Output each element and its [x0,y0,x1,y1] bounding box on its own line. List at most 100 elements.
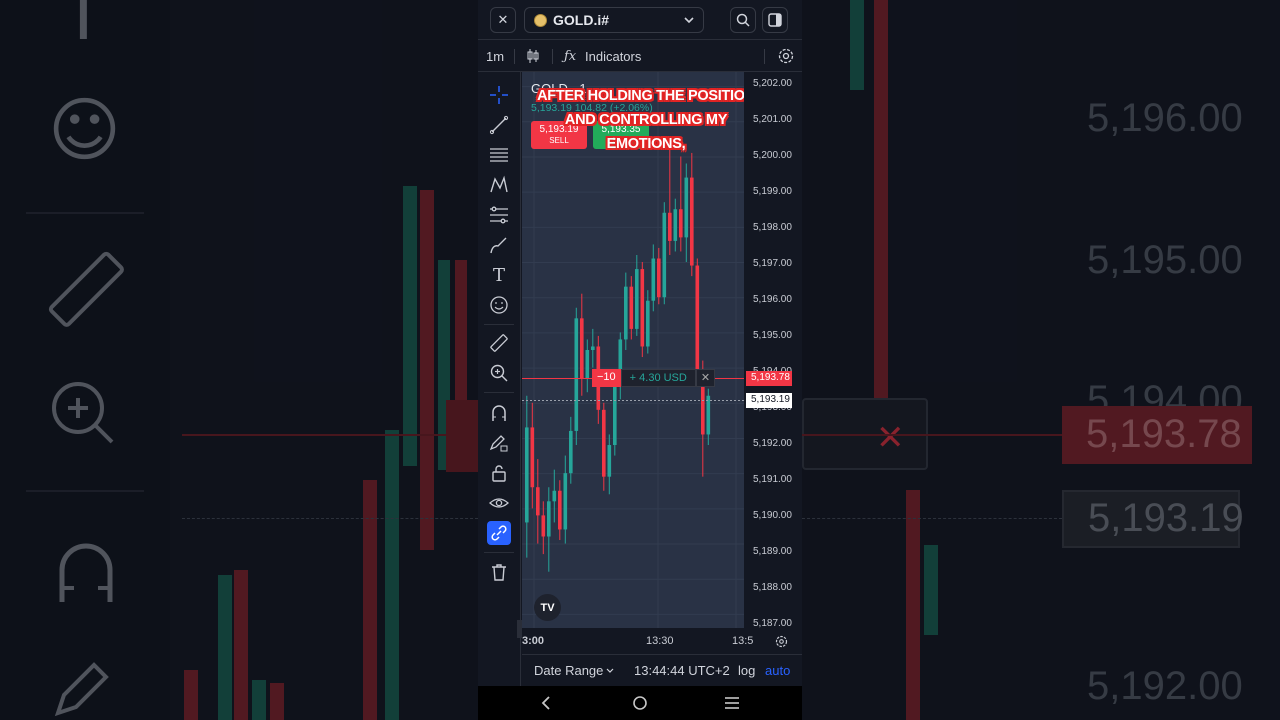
close-button[interactable]: ✕ [490,7,516,33]
candle [651,244,656,312]
time-label: 13:30 [646,635,674,647]
candle-body [602,409,606,477]
candle-body [563,473,568,530]
zoom-tool[interactable] [487,361,511,385]
candle [591,328,595,368]
brush-tool[interactable] [487,233,511,257]
video-caption: AFTER HOLDING THE POSITION AND CONTROLLI… [522,84,770,156]
candle [607,434,612,495]
candle [684,163,689,263]
symbol-selector[interactable]: GOLD.i# [524,7,704,33]
ruler-tool[interactable] [487,331,511,355]
sync-drawings-tool[interactable] [487,521,511,545]
fib-tool[interactable] [487,143,511,167]
candle [585,339,590,393]
emoji-icon [490,296,508,314]
time-label: 13:5 [732,635,754,647]
background-dim-overlay [802,0,1280,720]
candle-body [530,427,535,488]
top-bar: ✕ GOLD.i# [478,0,802,40]
pattern-icon [490,175,508,193]
recents-icon[interactable] [724,696,740,710]
log-scale-button[interactable]: log [738,663,755,678]
toolbar-separator [552,49,553,64]
candle-body [541,515,546,537]
toolbar-separator [514,49,515,64]
candle-body [547,501,551,537]
back-icon[interactable] [540,696,552,710]
screen: T ☺ ✕ 5,196.00 5,195.00 5,194.00 5,193.7… [0,0,1280,720]
toolbar-separator [764,49,765,64]
home-icon[interactable] [632,695,648,711]
candle-body [706,395,711,435]
chart-toolbar: 1m ƒx Indicators [478,41,802,72]
close-icon: ✕ [497,12,509,28]
price-axis[interactable]: 5,202.00 5,201.00 5,200.00 5,199.00 5,198.00… [744,72,802,629]
candle [552,469,557,523]
price-axis-label: 5,201.00 [753,114,792,125]
candle [558,480,562,541]
price-axis-label: 5,198.00 [753,222,792,233]
android-nav-bar [478,686,802,720]
candle [673,198,678,252]
pattern-tool[interactable] [487,173,511,197]
price-axis-label: 5,189.00 [753,546,792,557]
candle [525,395,529,558]
magnet-tool[interactable] [487,401,511,425]
candle [640,262,645,358]
candle [706,388,711,446]
tools-separator [484,392,514,393]
trend-line-icon [489,115,509,135]
position-quantity: −10 [592,369,621,387]
interval-button[interactable]: 1m [486,49,504,64]
caption-line: EMOTIONS, [606,136,686,152]
candle-body [673,209,678,241]
time-axis[interactable]: 3:00 13:30 13:5 [522,628,802,654]
text-icon: T [492,264,505,286]
price-axis-label: 5,195.00 [753,330,792,341]
close-position-button[interactable]: ✕ [695,369,716,387]
axis-settings-gear-icon[interactable] [775,635,788,648]
unlock-icon [492,465,506,482]
candle-body [574,318,579,431]
position-widget[interactable]: −10 + 4.30 USD ✕ [592,369,716,387]
lock-drawing-tool[interactable] [487,431,511,455]
indicators-button[interactable]: Indicators [585,49,641,64]
indicators-icon: ƒx [564,49,577,64]
candle-body [569,430,573,474]
price-axis-label: 5,190.00 [753,510,792,521]
settings-gear-icon[interactable] [778,48,794,64]
text-tool[interactable]: T [487,263,511,287]
candle-series [525,138,711,572]
ruler-icon [490,334,508,352]
candle [662,202,667,305]
remove-drawings-tool[interactable] [487,560,511,584]
candle [624,272,628,350]
crosshair-tool[interactable] [487,83,511,107]
chevron-down-icon [606,668,614,673]
hide-drawings-tool[interactable] [487,491,511,515]
lock-all-tool[interactable] [487,461,511,485]
candle [580,293,584,396]
caption-line: AND CONTROLLING MY [564,112,728,128]
trend-line-tool[interactable] [487,113,511,137]
clock-timezone[interactable]: 13:44:44 UTC+2 [634,663,730,678]
phone-screen: ✕ GOLD.i# 1m ƒx Indicators T GOLD · 1 5,… [478,0,802,720]
candles-type-icon[interactable] [526,48,540,64]
auto-scale-button[interactable]: auto [765,663,790,678]
search-icon [736,13,750,27]
date-range-button[interactable]: Date Range [534,663,603,678]
candle [635,254,639,336]
price-axis-label: 5,192.00 [753,438,792,449]
candle-body [607,445,612,477]
candle [695,258,700,382]
emoji-tool[interactable] [487,293,511,317]
panel-toggle-button[interactable] [762,7,788,33]
candle [618,332,623,400]
prediction-tool[interactable] [487,203,511,227]
candle-body [585,350,590,379]
candle-body [651,258,656,301]
position-profit: + 4.30 USD [620,369,696,387]
search-button[interactable] [730,7,756,33]
gold-coin-icon [534,13,547,27]
